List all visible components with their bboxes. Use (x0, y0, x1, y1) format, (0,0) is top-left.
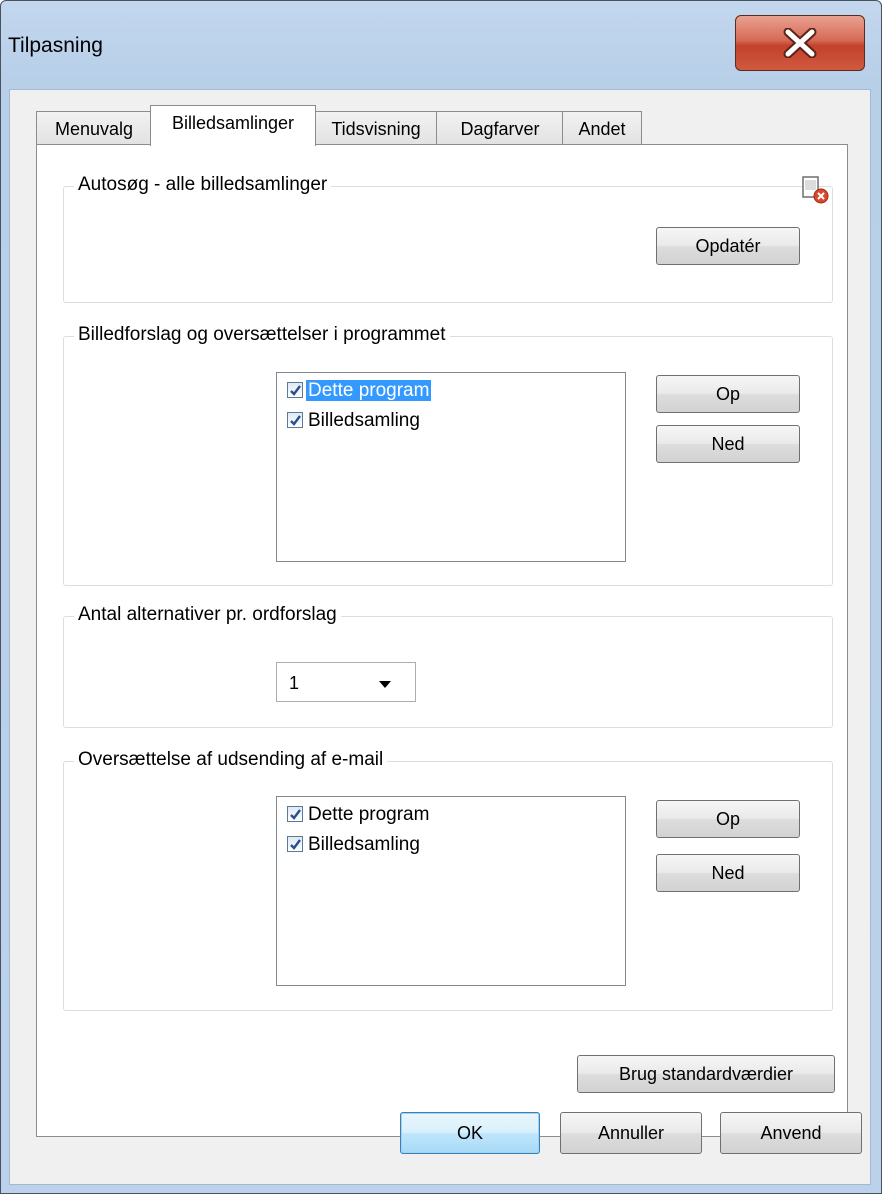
list-item[interactable]: Billedsamling (287, 407, 422, 437)
email-move-up-button[interactable]: Op (656, 800, 800, 838)
list-item[interactable]: Dette program (287, 377, 432, 407)
tab-dagfarver[interactable]: Dagfarver (436, 111, 564, 145)
alternatives-group: Antal alternativer pr. ordforslag 1 (63, 604, 833, 728)
suggestions-listbox[interactable]: Dette program Billedsamling (276, 372, 626, 562)
dropdown-value: 1 (289, 673, 300, 693)
dialog-body: Menuvalg Billedsamlinger Tidsvisning Dag… (9, 89, 871, 1185)
suggestions-legend: Billedforslag og oversættelser i program… (74, 324, 450, 346)
move-down-button[interactable]: Ned (656, 425, 800, 463)
use-defaults-button[interactable]: Brug standardværdier (577, 1055, 835, 1093)
dialog-window: Tilpasning Menuvalg Billedsamlinger Tids… (0, 0, 882, 1194)
tab-panel: Autosøg - alle billedsamlinger Opdatér B… (36, 144, 848, 1137)
checkbox[interactable] (287, 382, 303, 398)
title-bar[interactable]: Tilpasning (1, 1, 881, 91)
alternatives-dropdown[interactable]: 1 (276, 662, 416, 702)
close-button[interactable] (735, 15, 865, 71)
list-item-label: Dette program (308, 804, 430, 825)
email-move-down-button[interactable]: Ned (656, 854, 800, 892)
window-title: Tilpasning (8, 34, 103, 57)
list-item[interactable]: Billedsamling (287, 831, 422, 861)
autosearch-group: Autosøg - alle billedsamlinger Opdatér (63, 174, 833, 303)
suggestions-group: Billedforslag og oversættelser i program… (63, 324, 833, 586)
tab-tidsvisning[interactable]: Tidsvisning (314, 111, 438, 145)
move-up-button[interactable]: Op (656, 375, 800, 413)
tab-andet[interactable]: Andet (562, 111, 642, 145)
list-item-label: Billedsamling (308, 834, 420, 855)
checkbox[interactable] (287, 412, 303, 428)
close-icon (783, 28, 817, 58)
list-item-label: Billedsamling (308, 410, 420, 431)
list-item-label: Dette program (306, 380, 432, 401)
chevron-down-icon (379, 681, 391, 688)
checkbox[interactable] (287, 806, 303, 822)
email-legend: Oversættelse af udsending af e-mail (74, 749, 388, 771)
email-group: Oversættelse af udsending af e-mail Dett… (63, 749, 833, 1011)
autosearch-legend: Autosøg - alle billedsamlinger (74, 174, 332, 196)
alternatives-legend: Antal alternativer pr. ordforslag (74, 604, 341, 626)
tab-billedsamlinger[interactable]: Billedsamlinger (150, 105, 316, 146)
list-item[interactable]: Dette program (287, 801, 431, 831)
checkbox[interactable] (287, 836, 303, 852)
email-listbox[interactable]: Dette program Billedsamling (276, 796, 626, 986)
image-remove-icon[interactable] (801, 175, 831, 205)
tab-menuvalg[interactable]: Menuvalg (36, 111, 152, 145)
update-button[interactable]: Opdatér (656, 227, 800, 265)
cancel-button[interactable]: Annuller (560, 1112, 702, 1154)
ok-button[interactable]: OK (400, 1112, 540, 1154)
apply-button[interactable]: Anvend (720, 1112, 862, 1154)
